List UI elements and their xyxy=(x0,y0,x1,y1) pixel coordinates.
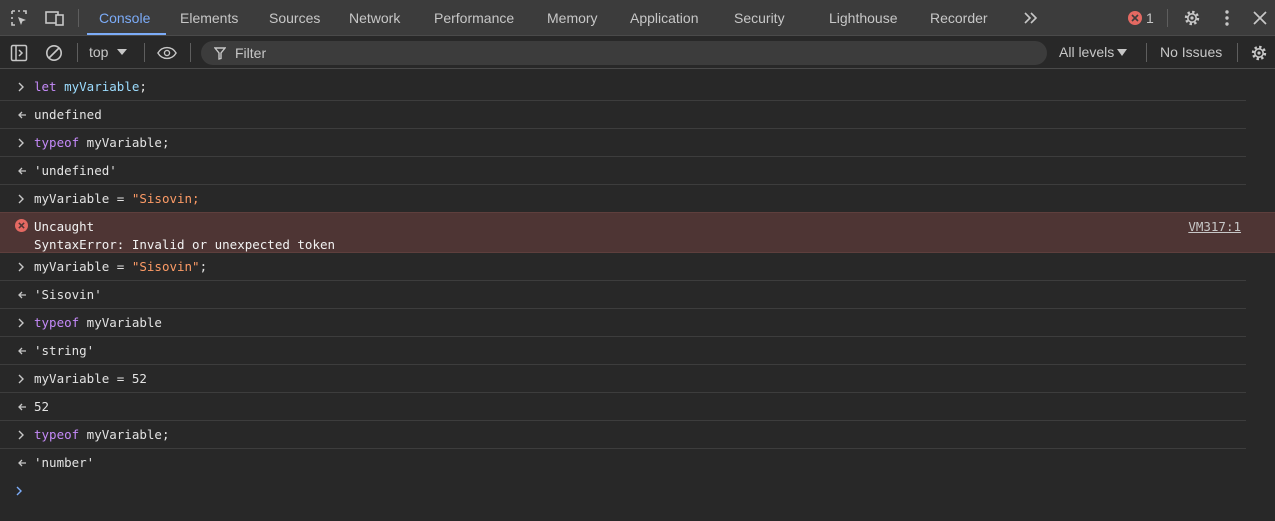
error-count: 1 xyxy=(1146,10,1154,26)
console-result-text: 52 xyxy=(34,399,50,414)
console-result-row: 52 xyxy=(0,393,1246,421)
console-result-row: undefined xyxy=(0,101,1246,129)
result-arrow-icon xyxy=(18,291,26,299)
kebab-menu-icon[interactable] xyxy=(1217,8,1237,28)
console-prompt[interactable] xyxy=(0,477,1275,505)
input-chevron-icon xyxy=(18,194,24,204)
result-arrow-icon xyxy=(18,403,26,411)
error-icon xyxy=(1128,11,1142,25)
console-error-row: Uncaught SyntaxError: Invalid or unexpec… xyxy=(0,212,1275,253)
error-title: Uncaught xyxy=(34,219,95,234)
console-input-row: typeof myVariable; xyxy=(0,129,1246,157)
device-toolbar-icon[interactable] xyxy=(45,8,65,28)
divider xyxy=(144,43,145,62)
console-result-text: 'undefined' xyxy=(34,163,117,178)
prompt-chevron-icon xyxy=(16,486,22,496)
divider xyxy=(1237,43,1238,62)
result-arrow-icon xyxy=(18,167,26,175)
log-levels-dropdown[interactable]: All levels xyxy=(1059,44,1128,60)
more-tabs-icon[interactable] xyxy=(1021,8,1041,28)
console-input-text: myVariable = "Sisovin; xyxy=(34,191,200,206)
tab-lighthouse[interactable]: Lighthouse xyxy=(829,0,898,36)
divider xyxy=(78,9,79,27)
context-label: top xyxy=(89,44,109,60)
console-result-row: 'number' xyxy=(0,449,1246,477)
tab-memory[interactable]: Memory xyxy=(547,0,598,36)
console-result-row: 'Sisovin' xyxy=(0,281,1246,309)
console-toolbar: top All levels No Issues xyxy=(0,36,1275,69)
input-chevron-icon xyxy=(18,262,24,272)
tab-security[interactable]: Security xyxy=(734,0,785,36)
tab-sources[interactable]: Sources xyxy=(269,0,320,36)
console-input-text: myVariable = 52 xyxy=(34,371,147,386)
settings-gear-icon[interactable] xyxy=(1182,8,1202,28)
divider xyxy=(77,43,78,62)
filter-input[interactable] xyxy=(235,45,1015,61)
active-tab-indicator xyxy=(87,33,166,35)
console-input-row: myVariable = "Sisovin"; xyxy=(0,253,1246,281)
divider xyxy=(1146,43,1147,62)
result-arrow-icon xyxy=(18,111,26,119)
console-result-row: 'string' xyxy=(0,337,1246,365)
console-input-row: myVariable = "Sisovin; xyxy=(0,185,1246,213)
tab-network[interactable]: Network xyxy=(349,0,400,36)
console-input-row: let myVariable; xyxy=(0,73,1246,101)
console-result-text: 'number' xyxy=(34,455,95,470)
console-input-text: typeof myVariable; xyxy=(34,135,170,150)
filter-box xyxy=(201,41,1047,65)
console-input-text: let myVariable; xyxy=(34,79,147,94)
console-messages: let myVariable; undefined typeof myVaria… xyxy=(0,73,1275,505)
error-count-badge[interactable]: 1 xyxy=(1128,10,1154,26)
log-levels-label: All levels xyxy=(1059,44,1115,60)
console-input-text: typeof myVariable xyxy=(34,315,162,330)
tab-elements[interactable]: Elements xyxy=(180,0,238,36)
close-icon[interactable] xyxy=(1250,8,1270,28)
input-chevron-icon xyxy=(18,318,24,328)
console-settings-gear-icon[interactable] xyxy=(1249,43,1269,63)
tab-application[interactable]: Application xyxy=(630,0,699,36)
console-input-text: myVariable = "Sisovin"; xyxy=(34,259,208,274)
console-input-row: myVariable = 52 xyxy=(0,365,1246,393)
input-chevron-icon xyxy=(18,138,24,148)
sidebar-toggle-icon[interactable] xyxy=(9,43,29,63)
input-chevron-icon xyxy=(18,374,24,384)
console-result-text: 'string' xyxy=(34,343,95,358)
result-arrow-icon xyxy=(18,347,26,355)
context-selector[interactable]: top xyxy=(89,44,128,60)
divider xyxy=(1167,9,1168,27)
devtools-tabbar: Console Elements Sources Network Perform… xyxy=(0,0,1275,36)
dropdown-arrow-icon xyxy=(1117,48,1128,56)
console-input-row: typeof myVariable; xyxy=(0,421,1246,449)
tab-console[interactable]: Console xyxy=(99,0,150,36)
console-result-text: undefined xyxy=(34,107,102,122)
error-message: SyntaxError: Invalid or unexpected token xyxy=(34,237,336,252)
console-result-text: 'Sisovin' xyxy=(34,287,102,302)
input-chevron-icon xyxy=(18,430,24,440)
filter-funnel-icon xyxy=(214,47,226,60)
issues-button[interactable]: No Issues xyxy=(1160,44,1222,60)
inspect-element-icon[interactable] xyxy=(9,8,29,28)
console-input-text: typeof myVariable; xyxy=(34,427,170,442)
error-source-link[interactable]: VM317:1 xyxy=(1188,219,1241,234)
tab-recorder[interactable]: Recorder xyxy=(930,0,988,36)
error-icon xyxy=(15,219,28,232)
clear-console-icon[interactable] xyxy=(44,43,64,63)
divider xyxy=(190,43,191,62)
result-arrow-icon xyxy=(18,459,26,467)
tab-performance[interactable]: Performance xyxy=(434,0,514,36)
console-input-row: typeof myVariable xyxy=(0,309,1246,337)
live-expression-eye-icon[interactable] xyxy=(157,43,177,63)
input-chevron-icon xyxy=(18,82,24,92)
dropdown-arrow-icon xyxy=(117,49,128,55)
console-result-row: 'undefined' xyxy=(0,157,1246,185)
